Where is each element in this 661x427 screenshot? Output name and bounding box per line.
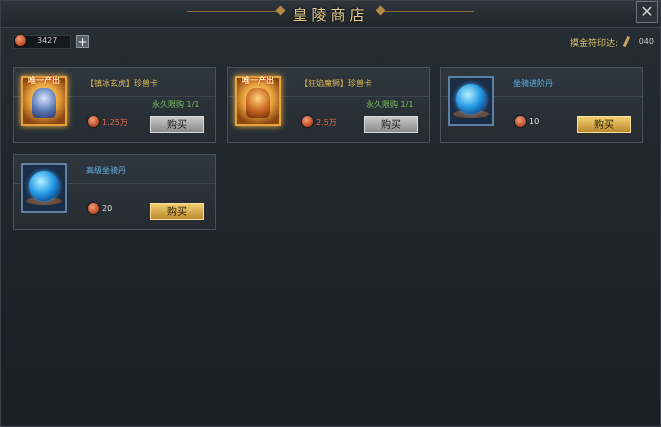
exclusive-ribbon: 唯一产出 <box>242 76 274 85</box>
exclusive-ribbon: 唯一产出 <box>28 76 60 85</box>
tiger-icon <box>32 88 56 118</box>
purchase-limit: 永久限购 1/1 <box>366 100 414 109</box>
window-title: 皇陵商店 <box>292 6 369 24</box>
pill-icon[interactable] <box>448 76 494 126</box>
seal-icon <box>622 35 631 48</box>
orb-icon <box>29 171 59 201</box>
coin-icon <box>515 116 526 127</box>
coin-icon <box>15 35 26 46</box>
shop-window: 皇陵商店 ✕ 3427 + 摸金符印达: 040 唯一产出 【镇冰玄虎】珍兽卡 … <box>0 0 661 427</box>
shop-item-card: 坐骑进阶丹 10 购买 <box>440 67 643 143</box>
buy-button[interactable]: 购买 <box>150 203 204 220</box>
item-price: 1.25万 <box>102 118 128 127</box>
pet-card-icon[interactable]: 唯一产出 <box>235 76 281 126</box>
item-price: 10 <box>529 117 540 126</box>
buy-button[interactable]: 购买 <box>364 116 418 133</box>
add-currency-button[interactable]: + <box>76 35 89 48</box>
item-price: 20 <box>102 204 113 213</box>
buy-button[interactable]: 购买 <box>150 116 204 133</box>
orb-icon <box>456 84 486 114</box>
item-name: 坐骑进阶丹 <box>513 79 553 88</box>
currency-bar: 3427 + 摸金符印达: 040 <box>1 29 660 57</box>
pet-card-icon[interactable]: 唯一产出 <box>21 76 67 126</box>
shop-item-card: 高级坐骑丹 20 购买 <box>13 154 216 230</box>
item-price: 2.5万 <box>316 118 337 127</box>
shop-item-card: 唯一产出 【镇冰玄虎】珍兽卡 永久限购 1/1 1.25万 购买 <box>13 67 216 143</box>
seal-count: 040 <box>638 37 654 46</box>
coin-icon <box>88 116 99 127</box>
close-button[interactable]: ✕ <box>636 1 658 23</box>
title-bar: 皇陵商店 ✕ <box>1 1 660 28</box>
coin-icon <box>302 116 313 127</box>
seal-label: 摸金符印达: <box>569 39 618 49</box>
item-name: 高级坐骑丹 <box>86 166 126 175</box>
purchase-limit: 永久限购 1/1 <box>152 100 200 109</box>
item-name: 【镇冰玄虎】珍兽卡 <box>86 79 158 88</box>
item-name: 【狂焰魔狮】珍兽卡 <box>300 79 372 88</box>
pill-icon[interactable] <box>21 163 67 213</box>
coin-icon <box>88 203 99 214</box>
shop-item-card: 唯一产出 【狂焰魔狮】珍兽卡 永久限购 1/1 2.5万 购买 <box>227 67 430 143</box>
lion-icon <box>246 88 270 118</box>
currency-amount: 3427 <box>37 36 58 45</box>
buy-button[interactable]: 购买 <box>577 116 631 133</box>
title-ornament-right <box>384 11 474 18</box>
